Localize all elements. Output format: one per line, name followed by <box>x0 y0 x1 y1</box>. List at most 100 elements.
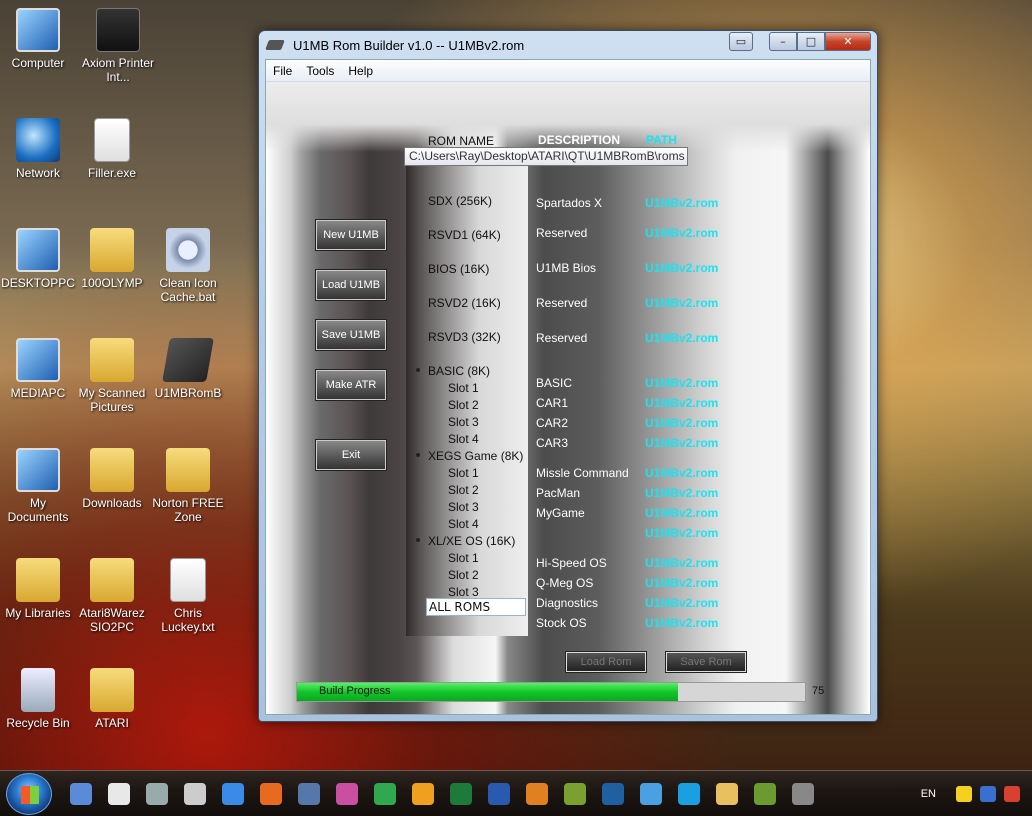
desktop-icon[interactable]: U1MBRomB <box>150 338 226 400</box>
tray-alert-icon[interactable] <box>1004 786 1020 802</box>
make-atr-button[interactable]: Make ATR <box>315 369 387 401</box>
expand-bullet-icon[interactable] <box>416 453 420 457</box>
desktop-icon[interactable]: 100OLYMP <box>74 228 150 290</box>
desktop-icon[interactable]: Norton FREE Zone <box>150 448 226 524</box>
rom-path[interactable]: U1MBv2.rom <box>645 226 718 240</box>
expand-bullet-icon[interactable] <box>416 538 420 542</box>
rom-slot-item[interactable]: Slot 4 <box>448 517 479 531</box>
rom-path[interactable]: U1MBv2.rom <box>645 466 718 480</box>
rom-item[interactable]: BIOS (16K) <box>428 262 489 276</box>
app-icon[interactable] <box>754 782 776 805</box>
rom-path[interactable]: U1MBv2.rom <box>645 596 718 610</box>
explorer-icon[interactable] <box>716 782 738 805</box>
rom-path[interactable]: U1MBv2.rom <box>645 576 718 590</box>
rom-item[interactable]: BASIC (8K) <box>416 364 490 378</box>
desktop-icon[interactable]: Computer <box>0 8 76 70</box>
rom-path[interactable]: U1MBv2.rom <box>645 526 718 540</box>
minimize-button[interactable]: – <box>769 32 797 51</box>
rom-slot-item[interactable]: Slot 1 <box>448 381 479 395</box>
exit-button[interactable]: Exit <box>315 439 387 471</box>
photoshop-icon[interactable] <box>602 782 624 805</box>
rom-item[interactable]: RSVD1 (64K) <box>428 228 501 242</box>
menu-help[interactable]: Help <box>341 64 380 78</box>
flower-icon[interactable] <box>336 782 358 805</box>
firefox-icon[interactable] <box>260 782 282 805</box>
desktop-icon[interactable]: My Scanned Pictures <box>74 338 150 414</box>
desktop-icon[interactable]: ATARI <box>74 668 150 730</box>
new-u1mb-button[interactable]: New U1MB <box>315 219 387 251</box>
desktop-icon[interactable]: Chris Luckey.txt <box>150 558 226 634</box>
restore-icon[interactable]: ▭ <box>729 32 753 51</box>
desktop-icon[interactable]: My Documents <box>0 448 76 524</box>
mail-icon[interactable] <box>70 782 92 805</box>
app-icon[interactable] <box>298 782 320 805</box>
desktop-icon[interactable]: Downloads <box>74 448 150 510</box>
rom-item[interactable]: XEGS Game (8K) <box>416 449 523 463</box>
rom-slot-item[interactable]: Slot 3 <box>448 500 479 514</box>
document-icon[interactable] <box>108 782 130 805</box>
rom-item[interactable]: SDX (256K) <box>428 194 492 208</box>
desktop-icon-label: Recycle Bin <box>6 716 70 730</box>
desktop-icon[interactable]: MEDIAPC <box>0 338 76 400</box>
rom-path[interactable]: U1MBv2.rom <box>645 436 718 450</box>
desktop-icon[interactable]: DESKTOPPC <box>0 228 76 290</box>
excel-icon[interactable] <box>450 782 472 805</box>
desktop-icon[interactable]: Filler.exe <box>74 118 150 180</box>
rom-path[interactable]: U1MBv2.rom <box>645 416 718 430</box>
language-indicator[interactable]: EN <box>921 788 936 800</box>
tray-notification-icon[interactable] <box>956 786 972 802</box>
rom-path[interactable]: U1MBv2.rom <box>645 296 718 310</box>
rom-slot-item[interactable]: Slot 2 <box>448 398 479 412</box>
word-icon[interactable] <box>488 782 510 805</box>
rom-item[interactable]: RSVD2 (16K) <box>428 296 501 310</box>
rom-slot-item[interactable]: Slot 2 <box>448 483 479 497</box>
rom-path[interactable]: U1MBv2.rom <box>645 376 718 390</box>
rom-slot-item[interactable]: Slot 4 <box>448 432 479 446</box>
rom-path[interactable]: U1MBv2.rom <box>645 196 718 210</box>
rom-path[interactable]: U1MBv2.rom <box>645 331 718 345</box>
desktop-icon-label: MEDIAPC <box>10 386 66 400</box>
scanner-icon[interactable] <box>146 782 168 805</box>
app-icon[interactable] <box>564 782 586 805</box>
rom-slot-item[interactable]: Slot 1 <box>448 466 479 480</box>
rom-path[interactable]: U1MBv2.rom <box>645 556 718 570</box>
desktop-icon[interactable]: Axiom Printer Int... <box>80 8 156 84</box>
game-icon[interactable] <box>526 782 548 805</box>
desktop-icon[interactable]: My Libraries <box>0 558 76 620</box>
all-roms-item[interactable]: ALL ROMS <box>426 598 526 616</box>
menu-file[interactable]: File <box>266 64 299 78</box>
skype-icon[interactable] <box>678 782 700 805</box>
globe-icon[interactable] <box>640 782 662 805</box>
system-tray: EN <box>921 771 1032 816</box>
outlook-icon[interactable] <box>412 782 434 805</box>
save-u1mb-button[interactable]: Save U1MB <box>315 319 387 351</box>
rom-path[interactable]: U1MBv2.rom <box>645 616 718 630</box>
rom-slot-item[interactable]: Slot 3 <box>448 415 479 429</box>
rom-path[interactable]: U1MBv2.rom <box>645 486 718 500</box>
desktop-icon[interactable]: Recycle Bin <box>0 668 76 730</box>
utorrent-icon[interactable] <box>374 782 396 805</box>
desktop-icon[interactable]: Atari8Warez SIO2PC <box>74 558 150 634</box>
save-rom-button[interactable]: Save Rom <box>665 651 747 673</box>
u1mb-icon[interactable] <box>792 782 814 805</box>
rom-item[interactable]: XL/XE OS (16K) <box>416 534 515 548</box>
ie-icon[interactable] <box>222 782 244 805</box>
load-u1mb-button[interactable]: Load U1MB <box>315 269 387 301</box>
expand-bullet-icon[interactable] <box>416 368 420 372</box>
rom-slot-item[interactable]: Slot 1 <box>448 551 479 565</box>
rom-path[interactable]: U1MBv2.rom <box>645 506 718 520</box>
rom-slot-item[interactable]: Slot 3 <box>448 585 479 599</box>
rom-path[interactable]: U1MBv2.rom <box>645 261 718 275</box>
menu-tools[interactable]: Tools <box>299 64 341 78</box>
load-rom-button[interactable]: Load Rom <box>565 651 647 673</box>
edit-icon[interactable] <box>184 782 206 805</box>
rom-item[interactable]: RSVD3 (32K) <box>428 330 501 344</box>
start-button[interactable] <box>6 772 52 815</box>
maximize-button[interactable]: □ <box>797 32 825 51</box>
close-button[interactable]: ✕ <box>825 32 871 51</box>
desktop-icon[interactable]: Clean Icon Cache.bat <box>150 228 226 304</box>
rom-slot-item[interactable]: Slot 2 <box>448 568 479 582</box>
desktop-icon[interactable]: Network <box>0 118 76 180</box>
tray-network-icon[interactable] <box>980 786 996 802</box>
rom-path[interactable]: U1MBv2.rom <box>645 396 718 410</box>
